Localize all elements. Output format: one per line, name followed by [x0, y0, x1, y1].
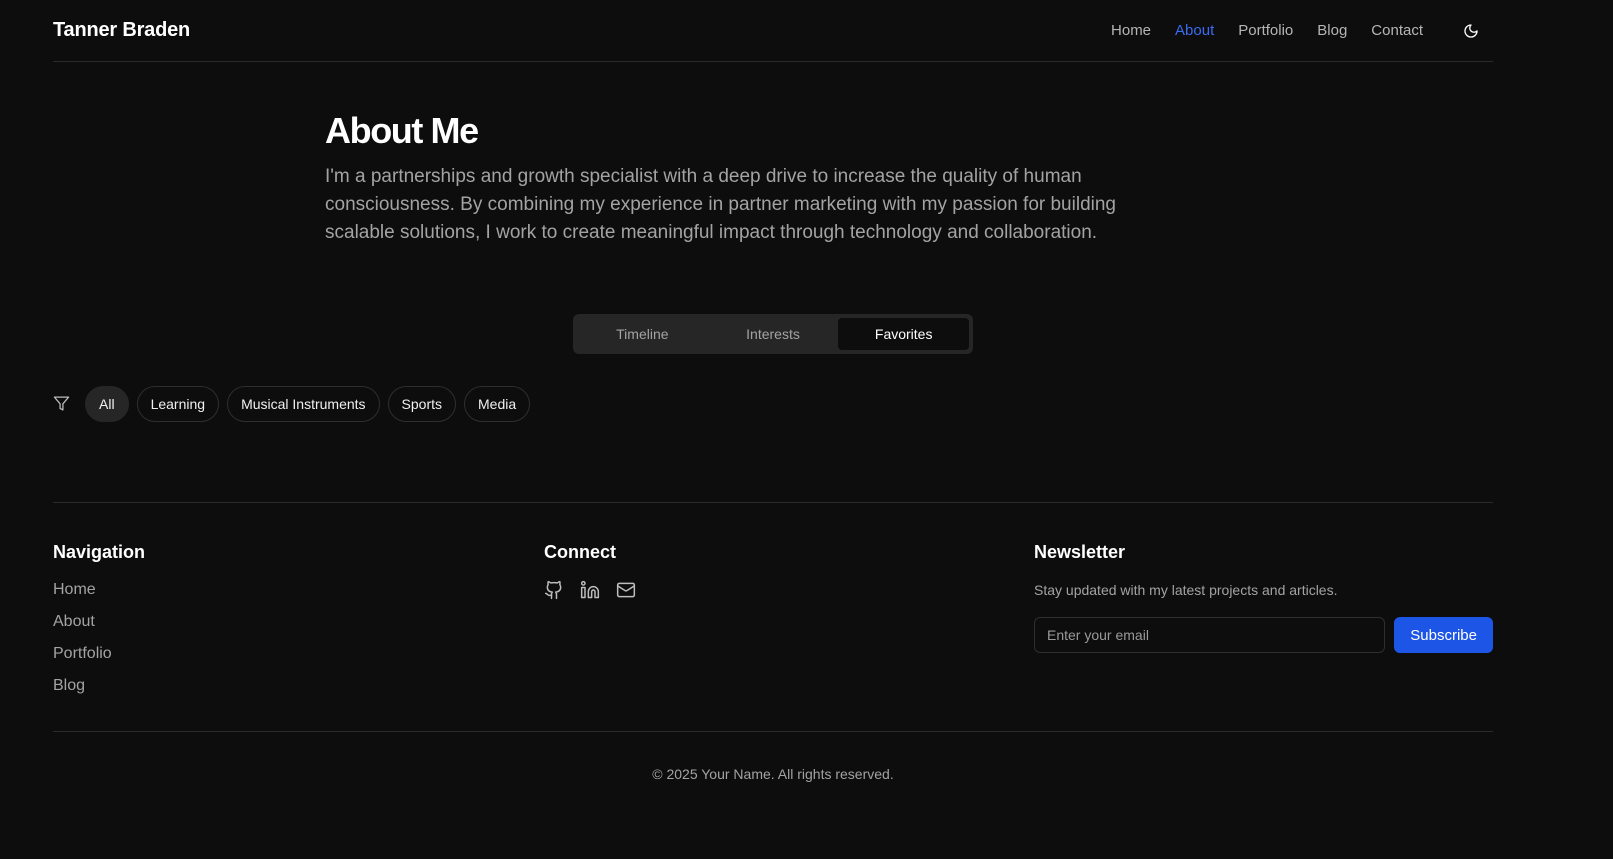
footer-navigation: Navigation Home About Portfolio Blog — [53, 540, 145, 708]
footer-bottom: © 2025 Your Name. All rights reserved. — [53, 731, 1493, 782]
nav-portfolio[interactable]: Portfolio — [1238, 22, 1293, 39]
subscribe-button[interactable]: Subscribe — [1394, 617, 1493, 653]
footer-connect: Connect — [544, 540, 652, 602]
nav-contact[interactable]: Contact — [1371, 22, 1423, 39]
footer-link-portfolio[interactable]: Portfolio — [53, 644, 145, 664]
page: Tanner Braden Home About Portfolio Blog … — [0, 0, 1613, 859]
filter-chip-learning[interactable]: Learning — [136, 386, 220, 422]
brand-name[interactable]: Tanner Braden — [53, 19, 190, 42]
newsletter-heading: Newsletter — [1034, 542, 1126, 562]
copyright-text: © 2025 Your Name. All rights reserved. — [652, 766, 894, 782]
nav-blog[interactable]: Blog — [1317, 22, 1347, 39]
site-header: Tanner Braden Home About Portfolio Blog … — [53, 0, 1493, 62]
email-input[interactable] — [1034, 617, 1386, 653]
section-tabs: Timeline Interests Favorites — [573, 314, 973, 354]
tab-timeline[interactable]: Timeline — [577, 318, 708, 350]
filter-chip-media[interactable]: Media — [464, 386, 531, 422]
footer-navigation-heading: Navigation — [53, 542, 146, 562]
github-icon[interactable] — [544, 580, 566, 602]
about-section: About Me I'm a partnerships and growth s… — [325, 108, 1165, 247]
footer-link-about[interactable]: About — [53, 612, 145, 632]
nav-about[interactable]: About — [1175, 22, 1214, 39]
filter-chip-musical-instruments[interactable]: Musical Instruments — [227, 386, 380, 422]
category-filters: All Learning Musical Instruments Sports … — [53, 386, 538, 422]
footer-link-blog[interactable]: Blog — [53, 676, 145, 696]
tab-interests[interactable]: Interests — [708, 318, 839, 350]
moon-icon — [1464, 23, 1478, 38]
filter-icon — [53, 395, 71, 413]
footer-link-home[interactable]: Home — [53, 580, 145, 600]
filter-chip-all[interactable]: All — [85, 386, 129, 422]
linkedin-icon[interactable] — [580, 580, 602, 602]
filter-chip-sports[interactable]: Sports — [387, 386, 457, 422]
tab-favorites[interactable]: Favorites — [838, 318, 970, 350]
nav-home[interactable]: Home — [1111, 22, 1151, 39]
footer-connect-heading: Connect — [544, 542, 616, 562]
main-nav: Home About Portfolio Blog Contact — [1087, 17, 1493, 45]
mail-icon[interactable] — [616, 580, 638, 602]
theme-toggle-button[interactable] — [1457, 17, 1485, 45]
social-links — [544, 580, 652, 602]
site-footer: Navigation Home About Portfolio Blog Con… — [53, 502, 1493, 694]
about-description: I'm a partnerships and growth specialist… — [325, 166, 1116, 243]
newsletter-form: Subscribe — [1034, 617, 1493, 653]
page-title: About Me — [325, 110, 479, 151]
footer-newsletter: Newsletter Stay updated with my latest p… — [1034, 540, 1493, 653]
newsletter-description: Stay updated with my latest projects and… — [1034, 582, 1338, 598]
